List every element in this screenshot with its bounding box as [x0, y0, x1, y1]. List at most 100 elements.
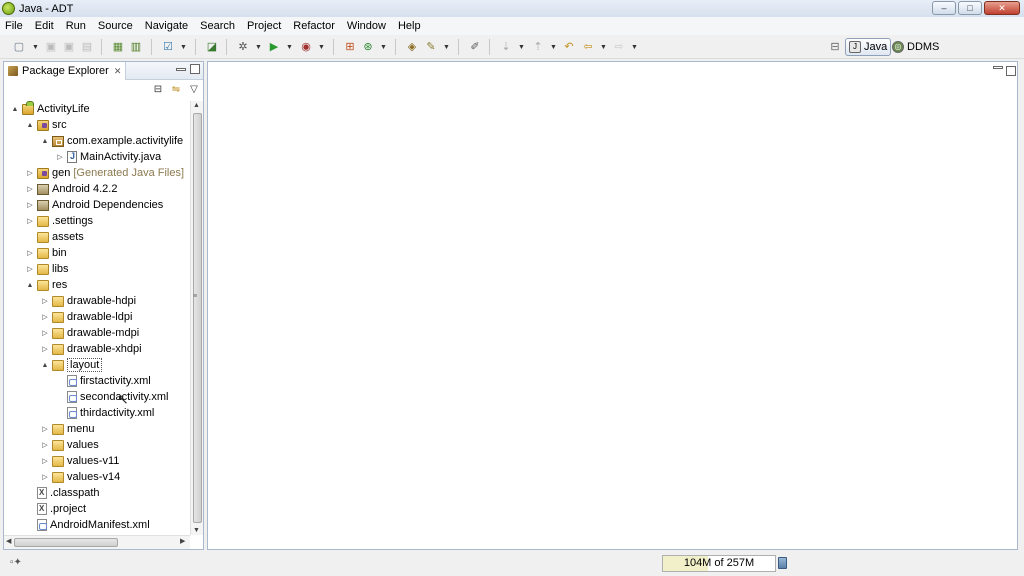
tree-item[interactable]: ▷ drawable-ldpi	[40, 309, 132, 325]
scroll-right-arrow-icon[interactable]: ▶	[180, 537, 185, 545]
new-icon[interactable]: ▢	[12, 40, 26, 54]
tree-item[interactable]: assets	[25, 229, 84, 245]
tree-item[interactable]: ▷ Android Dependencies	[25, 197, 163, 213]
tree-horizontal-scrollbar[interactable]: ◀ ▶	[4, 535, 190, 549]
new-android-project-icon[interactable]: ◪	[205, 40, 219, 54]
minimize-button[interactable]: –	[932, 1, 956, 15]
tree-item[interactable]: ▷ drawable-hdpi	[40, 293, 136, 309]
tree-item[interactable]: .project	[25, 501, 86, 517]
forward-icon[interactable]: ⇨	[612, 40, 626, 54]
close-view-icon[interactable]: ✕	[114, 66, 122, 77]
search-dropdown-icon[interactable]: ▼	[443, 44, 450, 51]
back-dropdown-icon[interactable]: ▼	[600, 44, 607, 51]
next-annotation-dropdown-icon[interactable]: ▼	[518, 44, 525, 51]
expand-arrow-icon[interactable]: ▷	[40, 425, 50, 433]
expand-arrow-icon[interactable]: ▷	[40, 457, 50, 465]
tree-item[interactable]: .classpath	[25, 485, 100, 501]
menu-help[interactable]: Help	[392, 20, 427, 32]
open-type-icon[interactable]: ◈	[405, 40, 419, 54]
maximize-button[interactable]: □	[958, 1, 982, 15]
tree-item[interactable]: ▲ src	[25, 117, 67, 133]
next-annotation-icon[interactable]: ⇣	[499, 40, 513, 54]
heap-status[interactable]: 104M of 257M	[662, 555, 776, 572]
minimize-editor-icon[interactable]	[993, 66, 1003, 69]
fast-view-icon[interactable]: ▫✦	[10, 557, 22, 568]
collapse-all-icon[interactable]: ⊟	[152, 84, 164, 96]
run-icon[interactable]: ▶	[267, 40, 281, 54]
new-java-package-icon[interactable]: ⊞	[343, 40, 357, 54]
expand-arrow-icon[interactable]: ▷	[25, 201, 35, 209]
link-with-editor-icon[interactable]: ⇋	[170, 84, 182, 96]
menu-search[interactable]: Search	[194, 20, 241, 32]
tree-item[interactable]: ▷ drawable-mdpi	[40, 325, 139, 341]
maximize-editor-icon[interactable]	[1006, 66, 1016, 76]
expand-arrow-icon[interactable]: ▷	[25, 249, 35, 257]
menu-run[interactable]: Run	[60, 20, 92, 32]
external-tools-icon[interactable]: ◉	[299, 40, 313, 54]
minimize-view-icon[interactable]	[176, 68, 186, 71]
collapse-arrow-icon[interactable]: ▲	[40, 362, 50, 369]
expand-arrow-icon[interactable]: ▷	[55, 153, 65, 161]
tree-item[interactable]: ▲ res	[25, 277, 68, 293]
toggle-mark-occurrences-icon[interactable]: ✐	[468, 40, 482, 54]
new-class-dropdown-icon[interactable]: ▼	[380, 44, 387, 51]
new-dropdown-icon[interactable]: ▼	[32, 44, 39, 51]
collapse-arrow-icon[interactable]: ▲	[10, 106, 20, 113]
tree-item[interactable]: ▷ MainActivity.java	[55, 149, 161, 165]
tree-item[interactable]: ▷ values-v11	[40, 453, 119, 469]
external-tools-dropdown-icon[interactable]: ▼	[318, 44, 325, 51]
expand-arrow-icon[interactable]: ▷	[25, 217, 35, 225]
vertical-scroll-thumb[interactable]	[193, 113, 202, 523]
expand-arrow-icon[interactable]: ▷	[40, 313, 50, 321]
horizontal-scroll-thumb[interactable]	[14, 538, 118, 547]
menu-source[interactable]: Source	[92, 20, 139, 32]
maximize-view-icon[interactable]	[190, 64, 200, 74]
scroll-up-arrow-icon[interactable]: ▲	[193, 102, 200, 109]
run-dropdown-icon[interactable]: ▼	[286, 44, 293, 51]
debug-icon[interactable]: ✲	[236, 40, 250, 54]
scroll-down-arrow-icon[interactable]: ▼	[193, 527, 200, 534]
menu-refactor[interactable]: Refactor	[287, 20, 341, 32]
previous-annotation-dropdown-icon[interactable]: ▼	[550, 44, 557, 51]
avd-manager-icon[interactable]: ▥	[129, 40, 143, 54]
menu-window[interactable]: Window	[341, 20, 392, 32]
expand-arrow-icon[interactable]: ▷	[40, 329, 50, 337]
package-explorer-tab[interactable]: Package Explorer ✕	[4, 62, 127, 80]
menu-file[interactable]: File	[0, 20, 29, 32]
tree-item[interactable]: ▷ values-v14	[40, 469, 120, 485]
expand-arrow-icon[interactable]: ▷	[40, 297, 50, 305]
search-icon[interactable]: ✎	[424, 40, 438, 54]
back-icon[interactable]: ⇦	[581, 40, 595, 54]
tree-item[interactable]: ▷ values	[40, 437, 99, 453]
lint-dropdown-icon[interactable]: ▼	[180, 44, 187, 51]
tree-item[interactable]: secondactivity.xml	[55, 389, 168, 405]
tree-vertical-scrollbar[interactable]: ▲ ≡ ▼	[190, 101, 203, 535]
editor-area[interactable]	[207, 61, 1018, 550]
expand-arrow-icon[interactable]: ▷	[40, 473, 50, 481]
close-button[interactable]: ✕	[984, 1, 1020, 15]
tree-item[interactable]: thirdactivity.xml	[55, 405, 154, 421]
last-edit-location-icon[interactable]: ↶	[562, 40, 576, 54]
menu-edit[interactable]: Edit	[29, 20, 60, 32]
print-icon[interactable]: ▤	[80, 40, 94, 54]
expand-arrow-icon[interactable]: ▷	[25, 185, 35, 193]
view-menu-icon[interactable]: ▽	[188, 84, 200, 96]
lint-check-icon[interactable]: ☑	[161, 40, 175, 54]
tree-item[interactable]: ▷ Android 4.2.2	[25, 181, 117, 197]
scroll-left-arrow-icon[interactable]: ◀	[6, 537, 11, 545]
menu-navigate[interactable]: Navigate	[139, 20, 194, 32]
collapse-arrow-icon[interactable]: ▲	[25, 282, 35, 289]
tree-item[interactable]: ▷ .settings	[25, 213, 93, 229]
expand-arrow-icon[interactable]: ▷	[40, 345, 50, 353]
tree-item[interactable]: ▷ libs	[25, 261, 68, 277]
save-icon[interactable]: ▣	[44, 40, 58, 54]
perspective-java[interactable]: J Java	[845, 38, 892, 56]
collapse-arrow-icon[interactable]: ▲	[40, 138, 50, 145]
garbage-collect-icon[interactable]	[778, 557, 787, 569]
tree-item[interactable]: firstactivity.xml	[55, 373, 151, 389]
tree-item[interactable]: ▲ com.example.activitylife	[40, 133, 184, 149]
perspective-ddms[interactable]: ◎ DDMS	[889, 38, 942, 56]
previous-annotation-icon[interactable]: ⇡	[531, 40, 545, 54]
tree-item[interactable]: ▷ gen [Generated Java Files]	[25, 165, 184, 181]
new-java-class-icon[interactable]: ⊛	[361, 40, 375, 54]
